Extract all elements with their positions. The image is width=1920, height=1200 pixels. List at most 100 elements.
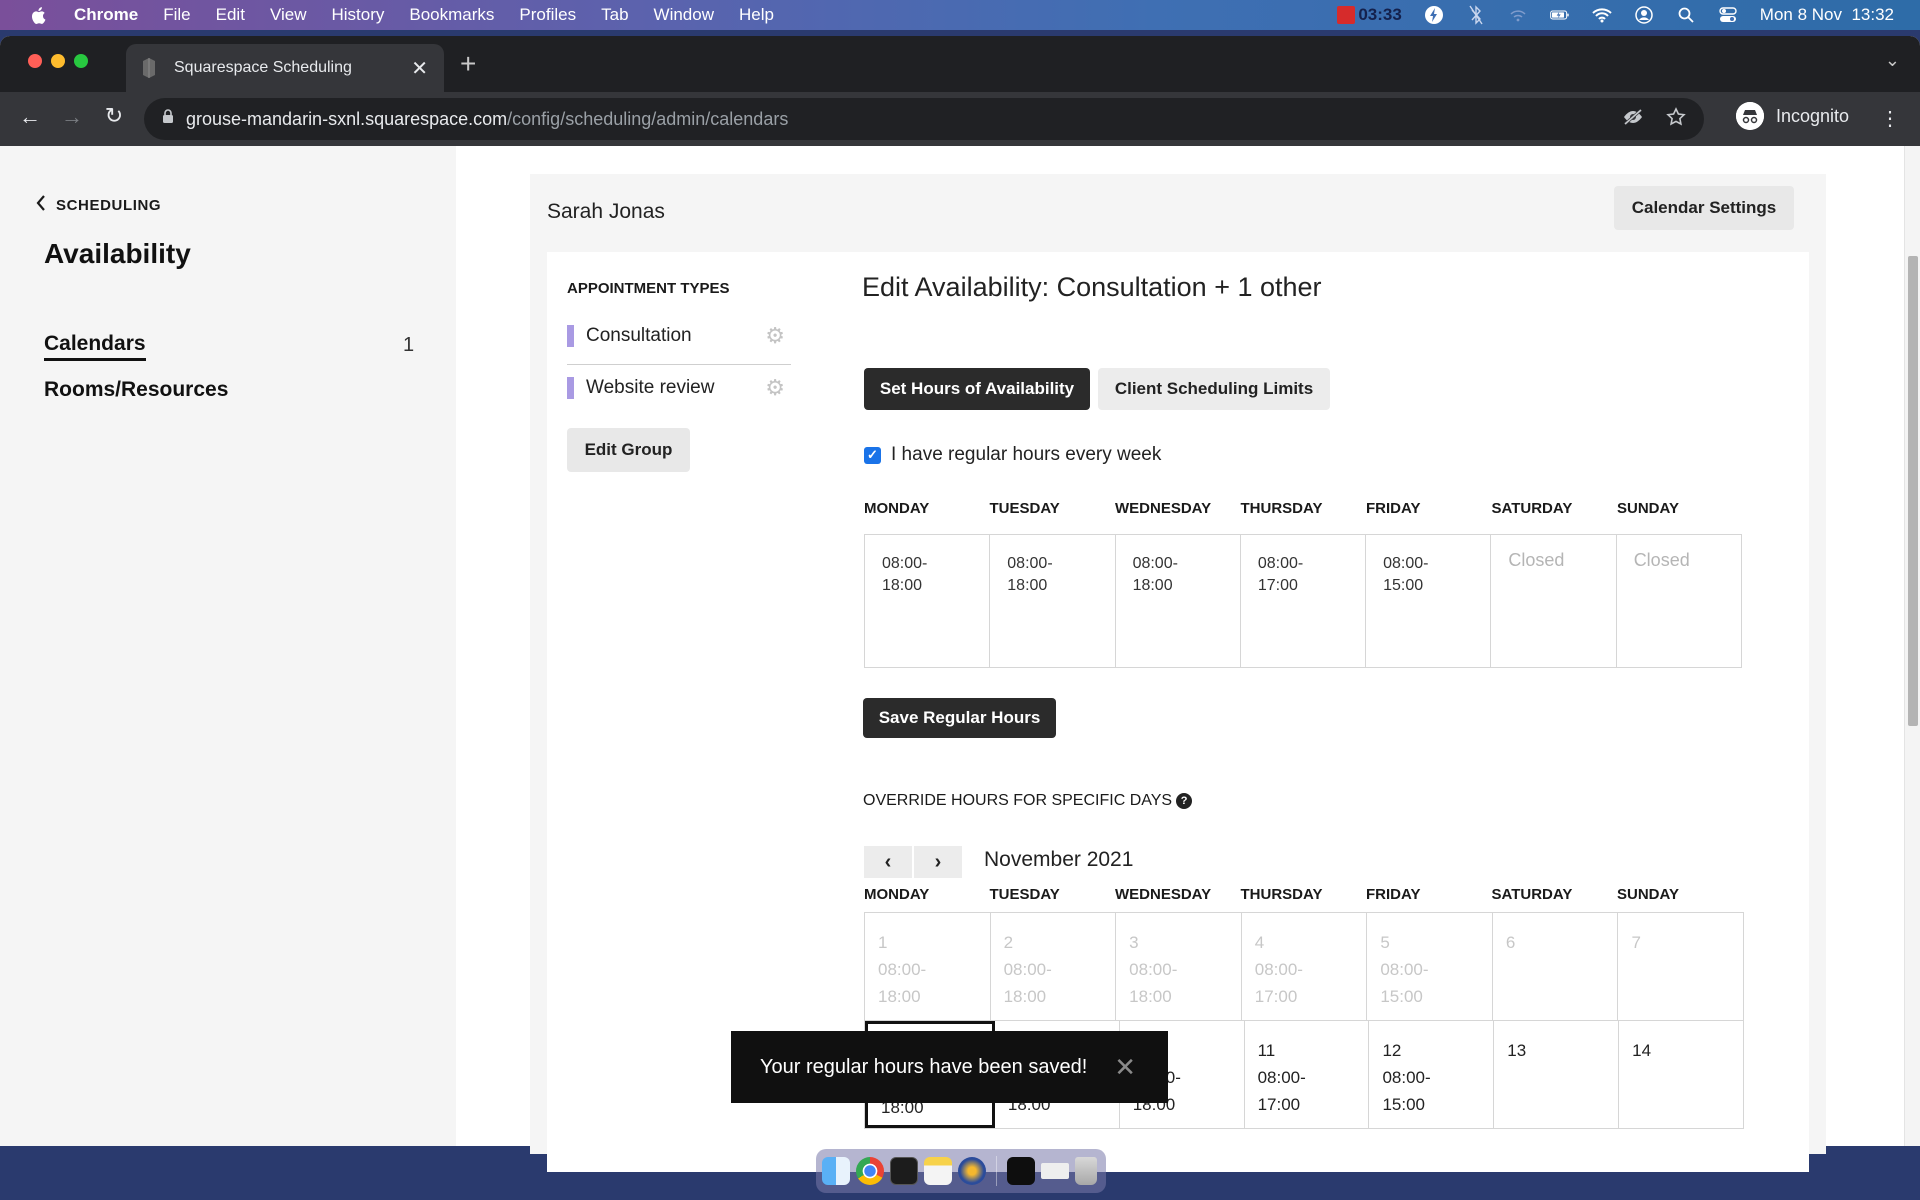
hours-end: 18:00 [878,987,921,1006]
close-tab-icon[interactable]: ✕ [411,56,428,81]
hours-start: 08:00- [878,960,927,979]
omnibox-actions [1622,106,1686,132]
hours-start: 08:00- [1132,555,1178,572]
wifi-icon[interactable] [1592,5,1612,25]
regular-hours-cell-saturday[interactable]: Closed [1491,535,1617,667]
gear-icon[interactable]: ⚙ [765,323,785,349]
wifi-weak-icon[interactable] [1508,5,1528,25]
chrome-menu-kebab-icon[interactable]: ⋮ [1880,106,1900,131]
thunderbolt-app-icon[interactable] [958,1157,986,1185]
minimize-window-button[interactable] [51,54,65,68]
preview-window-icon[interactable] [1041,1163,1069,1179]
day-number: 6 [1505,933,1516,952]
lock-icon[interactable] [162,109,174,129]
menu-help[interactable]: Help [739,5,774,25]
regular-hours-weekday-header: MONDAY TUESDAY WEDNESDAY THURSDAY FRIDAY… [864,500,1743,517]
next-month-button[interactable]: › [914,846,962,878]
appointment-type-website-review[interactable]: Website review ⚙ [567,366,791,410]
calendar-settings-button[interactable]: Calendar Settings [1614,186,1794,230]
incognito-profile-button[interactable]: Incognito [1736,102,1849,130]
back-arrow-icon[interactable]: ← [18,104,42,130]
month-day-cell[interactable]: 5 08:00- 15:00 [1367,913,1493,1020]
month-day-cell[interactable]: 1 08:00- 18:00 [865,913,991,1020]
previous-month-button[interactable]: ‹ [864,846,912,878]
hours-start: 08:00- [1383,555,1429,572]
sidebar-item-rooms-resources[interactable]: Rooms/Resources [44,378,228,402]
bluetooth-off-icon[interactable] [1466,5,1486,25]
edit-group-button[interactable]: Edit Group [567,428,690,472]
new-tab-button[interactable]: + [460,48,476,80]
menu-edit[interactable]: Edit [216,5,245,25]
save-regular-hours-button[interactable]: Save Regular Hours [863,698,1056,738]
bolt-icon[interactable] [1424,5,1444,25]
month-day-cell[interactable]: 2 08:00- 18:00 [991,913,1117,1020]
regular-hours-cell-thursday[interactable]: 08:00- 17:00 [1241,535,1367,667]
menu-app-name[interactable]: Chrome [74,5,138,25]
back-to-scheduling-link[interactable]: SCHEDULING [36,194,161,216]
day-number: 4 [1254,933,1265,952]
hours-end: 18:00 [1007,577,1048,594]
appointment-type-consultation[interactable]: Consultation ⚙ [567,314,791,358]
month-day-cell[interactable]: 4 08:00- 17:00 [1242,913,1368,1020]
closed-placeholder: Closed [1508,550,1565,570]
regular-hours-checkbox-row[interactable]: ✓ I have regular hours every week [864,444,1161,466]
menu-file[interactable]: File [163,5,190,25]
weekday-label: FRIDAY [1366,500,1421,517]
close-toast-icon[interactable]: ✕ [1114,1052,1136,1083]
zoom-window-button[interactable] [74,54,88,68]
month-day-cell[interactable]: 6 [1493,913,1619,1020]
day-number: 7 [1631,933,1641,952]
menu-profiles[interactable]: Profiles [519,5,576,25]
tracking-blocked-eye-icon[interactable] [1622,108,1644,131]
url-text[interactable]: grouse-mandarin-sxnl.squarespace.com/con… [186,109,788,130]
user-icon[interactable] [1634,5,1654,25]
hours-end: 18:00 [882,577,923,594]
chrome-icon[interactable] [856,1157,884,1185]
menu-view[interactable]: View [270,5,307,25]
month-day-cell[interactable]: 12 08:00- 15:00 [1369,1021,1495,1128]
battery-charging-icon[interactable] [1549,5,1570,25]
menu-bookmarks[interactable]: Bookmarks [409,5,494,25]
month-day-cell[interactable]: 13 [1494,1021,1620,1128]
closed-placeholder: Closed [1633,550,1690,570]
notes-icon[interactable] [924,1157,952,1185]
forward-arrow-icon[interactable]: → [60,104,84,130]
page-scrollbar[interactable] [1904,146,1920,1146]
reload-icon[interactable]: ↻ [102,103,126,129]
regular-hours-checkbox[interactable]: ✓ [864,446,881,464]
screen-recording-icon[interactable] [1007,1157,1035,1185]
finder-icon[interactable] [822,1157,850,1185]
regular-hours-cell-monday[interactable]: 08:00- 18:00 [865,535,991,667]
sidebar-item-calendars[interactable]: Calendars [44,332,146,361]
menu-window[interactable]: Window [654,5,714,25]
tab-client-scheduling-limits[interactable]: Client Scheduling Limits [1098,368,1330,410]
trash-icon[interactable] [1075,1157,1097,1185]
month-day-cell[interactable]: 14 [1619,1021,1743,1128]
scrollbar-thumb[interactable] [1908,256,1918,726]
control-center-icon[interactable] [1718,5,1738,25]
hours-start: 08:00- [1380,960,1429,979]
help-question-icon[interactable]: ? [1176,793,1193,809]
regular-hours-cell-tuesday[interactable]: 08:00- 18:00 [990,535,1116,667]
menu-history[interactable]: History [331,5,384,25]
regular-hours-cell-friday[interactable]: 08:00- 15:00 [1366,535,1492,667]
browser-tab-active[interactable]: Squarespace Scheduling ✕ [126,44,444,92]
close-window-button[interactable] [28,54,42,68]
apple-icon[interactable] [28,5,48,25]
month-day-cell[interactable]: 3 08:00- 18:00 [1116,913,1242,1020]
terminal-icon[interactable] [890,1157,918,1185]
macos-menubar: Chrome File Edit View History Bookmarks … [0,0,1920,30]
bookmark-star-icon[interactable] [1666,106,1686,132]
screen-recording-indicator[interactable]: 03:33 [1337,5,1402,25]
tab-set-hours-of-availability[interactable]: Set Hours of Availability [864,368,1090,410]
gear-icon[interactable]: ⚙ [765,375,785,401]
menu-tab[interactable]: Tab [601,5,628,25]
regular-hours-cell-wednesday[interactable]: 08:00- 18:00 [1116,535,1241,667]
menubar-datetime[interactable]: Mon 8 Nov 13:32 [1760,5,1894,25]
tab-search-chevron-icon[interactable]: ⌄ [1885,50,1900,71]
address-bar[interactable]: grouse-mandarin-sxnl.squarespace.com/con… [144,98,1704,140]
month-day-cell[interactable]: 7 [1618,913,1743,1020]
search-icon[interactable] [1676,5,1696,25]
month-day-cell[interactable]: 11 08:00- 17:00 [1245,1021,1370,1128]
regular-hours-cell-sunday[interactable]: Closed [1617,535,1741,667]
